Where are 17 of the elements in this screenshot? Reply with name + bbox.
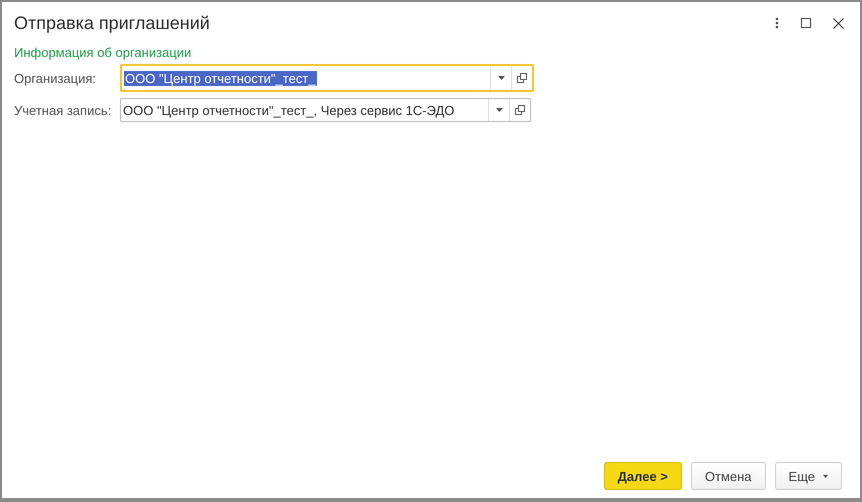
caret-icon[interactable]: [496, 108, 502, 112]
section-title: Информация об организации: [14, 45, 192, 60]
open-icon[interactable]: [515, 105, 525, 115]
maximize-icon[interactable]: [801, 18, 811, 28]
next-button[interactable]: Далее >: [604, 462, 682, 490]
cancel-button[interactable]: Отмена: [690, 462, 766, 490]
more-button[interactable]: Еще: [774, 462, 842, 490]
close-icon[interactable]: [833, 18, 844, 28]
window-title: Отправка приглашений: [14, 12, 210, 34]
caret-icon[interactable]: [498, 76, 504, 80]
select-field[interactable]: ООО "Центр отчетности"_тест_, Через сервис 1С-ЭДО: [120, 98, 531, 122]
select-field[interactable]: ООО "Центр отчетности"_тест_: [120, 64, 534, 92]
field-label: Организация:: [14, 70, 98, 86]
caret-icon: [823, 474, 828, 478]
open-icon[interactable]: [517, 73, 527, 83]
more-icon[interactable]: [775, 17, 779, 29]
field-label: Учетная запись:: [14, 102, 112, 118]
